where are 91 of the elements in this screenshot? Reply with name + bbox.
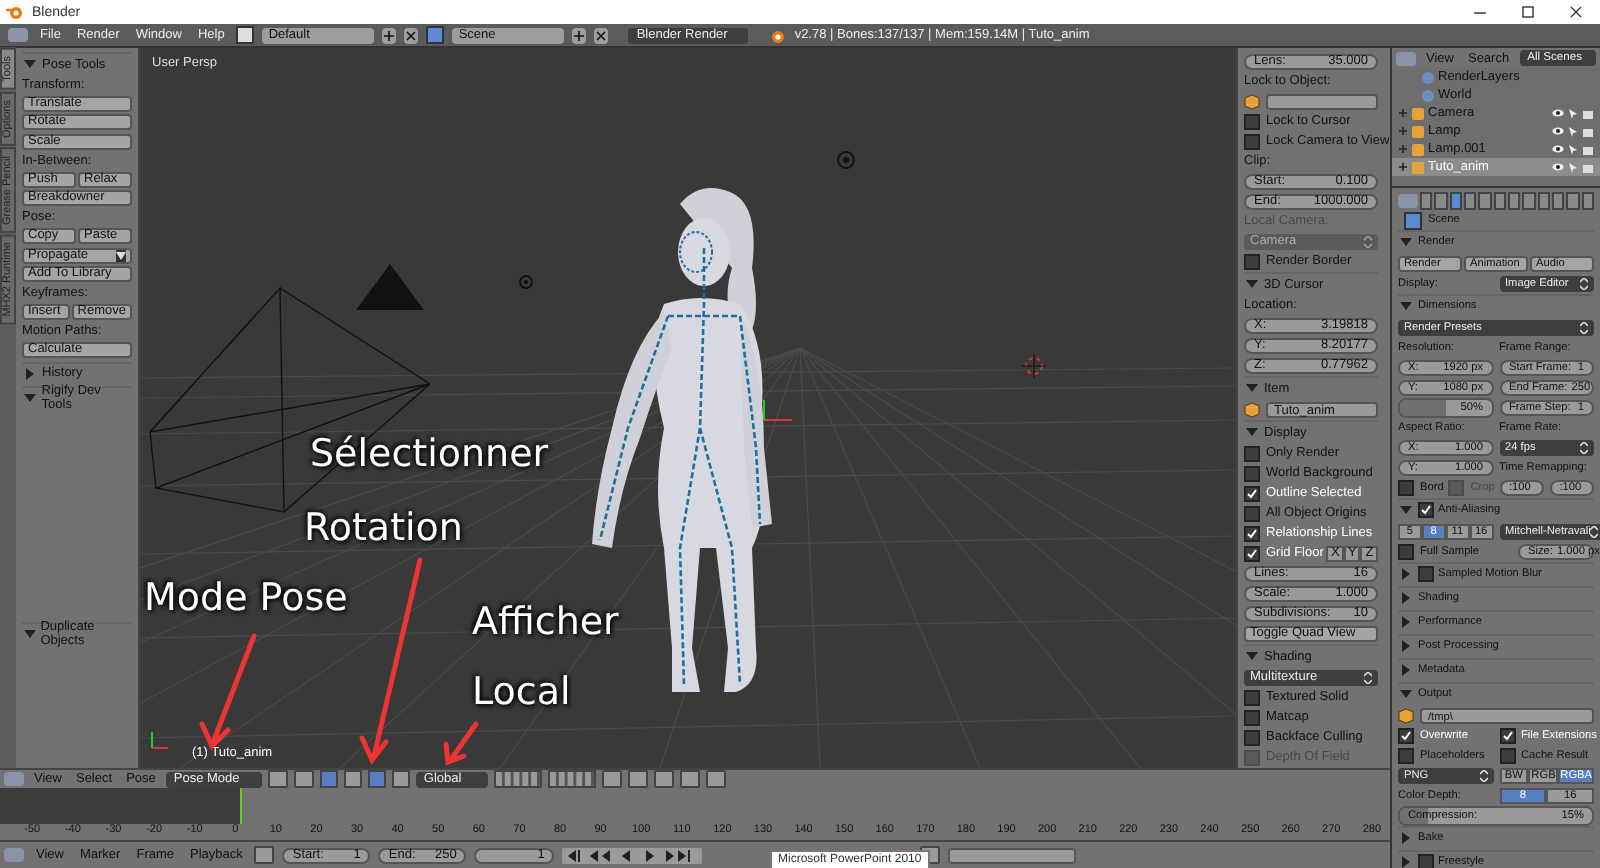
lock-icon[interactable] bbox=[601, 770, 622, 788]
add-icon[interactable] bbox=[572, 27, 587, 43]
checkbox[interactable] bbox=[1398, 727, 1414, 743]
updown-arrow-icon bbox=[1364, 671, 1372, 683]
shading-icon[interactable] bbox=[267, 770, 288, 788]
lamp-icon bbox=[837, 151, 855, 169]
checkbox[interactable] bbox=[1499, 727, 1515, 743]
updown-arrow-icon bbox=[1590, 525, 1599, 537]
checkbox[interactable] bbox=[1244, 545, 1260, 561]
eye-icon[interactable] bbox=[1552, 108, 1564, 118]
snap-icon[interactable] bbox=[653, 770, 674, 788]
updown-arrow-icon bbox=[1479, 769, 1487, 781]
collapse-arrow-icon bbox=[1244, 424, 1260, 440]
expand-icon[interactable] bbox=[1398, 108, 1408, 118]
updown-arrow-icon bbox=[1580, 277, 1588, 289]
text-field[interactable] bbox=[1266, 93, 1378, 109]
maximize-icon[interactable] bbox=[1520, 4, 1536, 20]
layer-buttons[interactable] bbox=[493, 770, 542, 788]
add-icon[interactable] bbox=[382, 27, 397, 43]
collapse-arrow-icon bbox=[1244, 380, 1260, 396]
cube-icon bbox=[1244, 401, 1260, 417]
updown-arrow-icon bbox=[1580, 321, 1588, 333]
collapse-arrow-icon bbox=[1244, 276, 1260, 292]
collapse-arrow-icon bbox=[1398, 502, 1414, 518]
checkbox[interactable] bbox=[1418, 566, 1434, 582]
render-icon[interactable] bbox=[679, 770, 700, 788]
checkbox[interactable] bbox=[1244, 485, 1260, 501]
3d-cursor-icon bbox=[1021, 353, 1047, 379]
annotation-text: Local bbox=[472, 670, 571, 714]
current-frame-line bbox=[240, 788, 242, 824]
checkbox[interactable] bbox=[1244, 729, 1260, 745]
close-icon[interactable] bbox=[594, 27, 609, 43]
checkbox[interactable] bbox=[1398, 747, 1414, 763]
app-logo-icon bbox=[768, 27, 787, 43]
pivot-icon[interactable] bbox=[293, 770, 314, 788]
checkbox[interactable] bbox=[1244, 465, 1260, 481]
annotation-text: Mode Pose bbox=[144, 576, 348, 620]
checkbox[interactable] bbox=[1244, 525, 1260, 541]
eye-icon[interactable] bbox=[1552, 144, 1564, 154]
annotation-text: Sélectionner bbox=[310, 432, 549, 476]
checkbox[interactable] bbox=[1418, 502, 1434, 518]
checkbox[interactable] bbox=[1244, 133, 1260, 149]
eye-icon[interactable] bbox=[1552, 162, 1564, 172]
collapse-arrow-icon bbox=[22, 56, 38, 72]
collapse-arrow-icon bbox=[1244, 648, 1260, 664]
snap-icon[interactable] bbox=[627, 770, 648, 788]
collapse-arrow-icon bbox=[1398, 234, 1414, 250]
checkbox[interactable] bbox=[1244, 113, 1260, 129]
layer-buttons[interactable] bbox=[547, 770, 596, 788]
updown-arrow-icon bbox=[1580, 441, 1588, 453]
collapse-arrow-icon bbox=[22, 389, 38, 405]
checkbox[interactable] bbox=[1244, 445, 1260, 461]
layout-icon[interactable] bbox=[236, 26, 255, 44]
collapse-arrow-icon bbox=[22, 626, 37, 642]
expand-icon[interactable] bbox=[1398, 162, 1408, 172]
manipulator-toggle-icon[interactable] bbox=[319, 770, 338, 788]
annotation-arrow bbox=[443, 721, 479, 766]
expand-arrow-icon bbox=[22, 365, 38, 381]
checkbox[interactable] bbox=[1244, 709, 1260, 725]
cube-icon bbox=[1244, 93, 1260, 109]
manipulator-icon[interactable] bbox=[367, 770, 386, 788]
manipulator-icon[interactable] bbox=[391, 770, 410, 788]
close-icon[interactable] bbox=[404, 27, 419, 43]
expand-icon[interactable] bbox=[1398, 126, 1408, 136]
checkbox[interactable] bbox=[1244, 253, 1260, 269]
annotation-text: Afficher bbox=[472, 600, 619, 644]
annotation-text: Rotation bbox=[304, 506, 463, 550]
checkbox[interactable] bbox=[1418, 854, 1434, 868]
axis-gizmo-icon bbox=[151, 731, 169, 749]
expand-icon[interactable] bbox=[1398, 144, 1408, 154]
keying-set-field[interactable] bbox=[948, 847, 1077, 863]
playback-controls-drawing[interactable] bbox=[562, 847, 703, 863]
cube-icon bbox=[1398, 707, 1414, 723]
scene-icon bbox=[1404, 211, 1422, 229]
checkbox[interactable] bbox=[1398, 479, 1414, 495]
checkbox[interactable] bbox=[1244, 689, 1260, 705]
lamp-icon bbox=[519, 275, 533, 289]
scene-icon[interactable] bbox=[426, 26, 445, 44]
collapse-arrow-icon bbox=[1398, 686, 1414, 702]
render-icon[interactable] bbox=[705, 770, 726, 788]
close-icon[interactable] bbox=[1568, 4, 1584, 20]
object-origin-axes-icon bbox=[763, 399, 793, 421]
checkbox[interactable] bbox=[1244, 505, 1260, 521]
dropdown-arrow-icon bbox=[116, 249, 126, 262]
updown-arrow-icon bbox=[1364, 235, 1372, 247]
key-icon[interactable] bbox=[254, 846, 275, 864]
checkbox[interactable] bbox=[1398, 543, 1414, 559]
manipulator-icon[interactable] bbox=[343, 770, 362, 788]
checkbox[interactable] bbox=[1499, 747, 1515, 763]
eye-icon[interactable] bbox=[1552, 126, 1564, 136]
collapse-arrow-icon bbox=[1398, 298, 1414, 314]
